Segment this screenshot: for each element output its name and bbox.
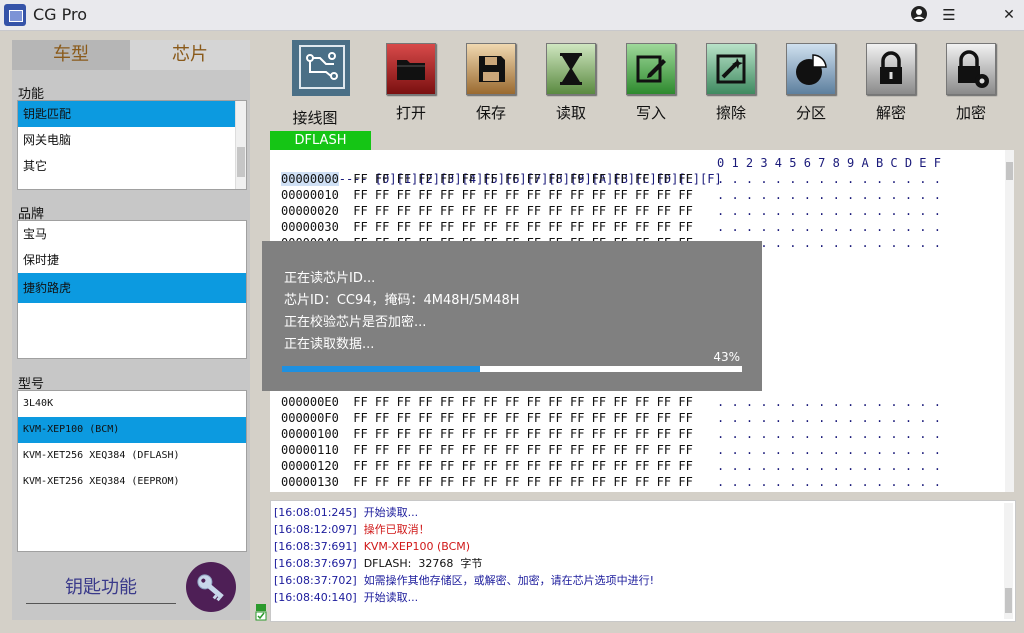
status-line-check-encryption: 正在校验芯片是否加密... <box>284 315 427 330</box>
hex-row-ascii: . . . . . . . . . . . . . . . . <box>717 188 941 202</box>
write-label: 写入 <box>635 104 666 122</box>
key-function-icon[interactable] <box>186 562 236 612</box>
decrypt-button[interactable]: 解密 <box>856 40 926 126</box>
progress-bar <box>282 366 742 372</box>
hex-row[interactable]: 00000000 FF FF FF FF FF FF FF FF FF FF F… <box>281 171 693 187</box>
hex-row-ascii: . . . . . . . . . . . . . . . . <box>717 475 941 489</box>
log-line: [16:08:37:691] KVM-XEP100 (BCM) <box>274 540 471 553</box>
write-button[interactable]: 写入 <box>616 40 686 126</box>
status-line-reading-data: 正在读取数据... <box>284 337 375 352</box>
toolbar: 接线图 打开 保存 读取 写入 擦除 分区 解密 加密 <box>270 40 1010 130</box>
edit-icon <box>626 43 676 95</box>
progress-percent: 43% <box>713 350 740 364</box>
log-line: [16:08:12:097] 操作已取消！ <box>274 523 430 536</box>
hex-header: -------- [0][1][2][3][4][5][6][7][8][9][… <box>281 155 722 186</box>
user-icon[interactable] <box>909 5 929 25</box>
function-list-item[interactable]: 网关电脑 <box>18 127 246 153</box>
lock-gear-icon <box>946 43 996 95</box>
erase-label: 擦除 <box>715 104 746 122</box>
save-button[interactable]: 保存 <box>456 40 526 126</box>
tab-dflash[interactable]: DFLASH <box>270 131 371 150</box>
tab-vehicle-type[interactable]: 车型 <box>12 40 130 70</box>
decrypt-label: 解密 <box>875 104 906 122</box>
app-logo-icon <box>4 4 26 26</box>
key-function-button[interactable]: 钥匙功能 <box>26 573 176 604</box>
circuit-board-icon <box>292 40 350 96</box>
floppy-disk-icon <box>466 43 516 95</box>
lock-icon <box>866 43 916 95</box>
model-list-item[interactable]: KVM-XET256 XEQ384 (EEPROM) <box>18 469 246 495</box>
log-scrollbar[interactable] <box>1004 503 1013 619</box>
function-list-scrollbar[interactable] <box>235 101 246 189</box>
brand-list-item[interactable]: 保时捷 <box>18 247 246 273</box>
log-line: [16:08:40:140] 开始读取... <box>274 591 419 604</box>
model-list[interactable]: 3L40K KVM-XEP100 (BCM) KVM-XET256 XEQ384 (… <box>17 390 247 552</box>
connection-status-icon <box>255 603 267 621</box>
function-list-item[interactable]: 其它 <box>18 153 246 179</box>
read-label: 读取 <box>555 104 586 122</box>
hex-row[interactable]: 00000100 FF FF FF FF FF FF FF FF FF FF F… <box>281 426 693 442</box>
open-button[interactable]: 打开 <box>376 40 446 126</box>
title-bar: CG Pro ☰ ✕ <box>0 0 1024 31</box>
log-line: [16:08:37:697] DFLASH: 32768 字节 <box>274 557 483 570</box>
brand-list-item[interactable]: 捷豹路虎 <box>18 273 246 303</box>
model-list-item[interactable]: KVM-XEP100 (BCM) <box>18 417 246 443</box>
brand-list-item[interactable]: 宝马 <box>18 221 246 247</box>
magic-wand-icon <box>706 43 756 95</box>
hex-row-ascii: . . . . . . . . . . . . . . . . <box>717 427 941 441</box>
encrypt-label: 加密 <box>955 104 986 122</box>
tab-chip[interactable]: 芯片 <box>130 40 250 70</box>
progress-fill <box>282 366 480 372</box>
ascii-header: 0 1 2 3 4 5 6 7 8 9 A B C D E F <box>717 156 941 170</box>
model-list-item[interactable]: KVM-XET256 XEQ384 (DFLASH) <box>18 443 246 469</box>
status-line-chip-id: 芯片ID：CC94，掩码：4M48H/5M48H <box>284 293 520 308</box>
wiring-diagram-label: 接线图 <box>292 109 338 127</box>
pie-chart-icon <box>786 43 836 95</box>
log-panel[interactable]: [16:08:01:245] 开始读取... [16:08:12:097] 操作已… <box>270 500 1016 622</box>
erase-button[interactable]: 擦除 <box>696 40 766 126</box>
hex-row-ascii: . . . . . . . . . . . . . . . . <box>717 395 941 409</box>
left-panel: 车型 芯片 功能 钥匙匹配 网关电脑 其它 品牌 宝马 保时捷 捷豹路虎 型号 3L40… <box>12 40 250 620</box>
hex-scrollbar[interactable] <box>1005 150 1014 492</box>
hex-row[interactable]: 00000010 FF FF FF FF FF FF FF FF FF FF F… <box>281 187 693 203</box>
hex-row-ascii: . . . . . . . . . . . . . . . . <box>717 443 941 457</box>
hex-row-ascii: . . . . . . . . . . . . . . . . <box>717 220 941 234</box>
hex-row[interactable]: 00000030 FF FF FF FF FF FF FF FF FF FF F… <box>281 219 693 235</box>
encrypt-button[interactable]: 加密 <box>936 40 1006 126</box>
model-list-item[interactable]: 3L40K <box>18 391 246 417</box>
progress-dialog: 正在读芯片ID... 芯片ID：CC94，掩码：4M48H/5M48H 正在校验… <box>262 241 762 391</box>
hex-row-ascii: . . . . . . . . . . . . . . . . <box>717 204 941 218</box>
hex-row-ascii: . . . . . . . . . . . . . . . . <box>717 411 941 425</box>
menu-icon[interactable]: ☰ <box>939 5 959 25</box>
close-icon[interactable]: ✕ <box>999 5 1019 25</box>
function-list-item[interactable]: 钥匙匹配 <box>18 101 246 127</box>
hex-row[interactable]: 000000F0 FF FF FF FF FF FF FF FF FF FF F… <box>281 410 693 426</box>
log-line: [16:08:01:245] 开始读取... <box>274 506 419 519</box>
hex-row[interactable]: 00000130 FF FF FF FF FF FF FF FF FF FF F… <box>281 474 693 490</box>
hex-row[interactable]: 000000E0 FF FF FF FF FF FF FF FF FF FF F… <box>281 394 693 410</box>
brand-list[interactable]: 宝马 保时捷 捷豹路虎 <box>17 220 247 359</box>
function-list[interactable]: 钥匙匹配 网关电脑 其它 <box>17 100 247 190</box>
status-line-read-id: 正在读芯片ID... <box>284 271 376 286</box>
hex-row-ascii: . . . . . . . . . . . . . . . . <box>717 172 941 186</box>
hex-row-ascii: . . . . . . . . . . . . . . . . <box>717 459 941 473</box>
partition-button[interactable]: 分区 <box>776 40 846 126</box>
open-label: 打开 <box>395 104 426 122</box>
folder-icon <box>386 43 436 95</box>
read-button[interactable]: 读取 <box>536 40 606 126</box>
partition-label: 分区 <box>795 104 826 122</box>
app-title: CG Pro <box>33 5 88 24</box>
hex-row[interactable]: 00000110 FF FF FF FF FF FF FF FF FF FF F… <box>281 442 693 458</box>
hex-row[interactable]: 00000120 FF FF FF FF FF FF FF FF FF FF F… <box>281 458 693 474</box>
hourglass-icon <box>546 43 596 95</box>
log-line: [16:08:37:702] 如需操作其他存储区，或解密、加密，请在芯片选项中进… <box>274 574 655 587</box>
wiring-diagram-button[interactable]: 接线图 <box>280 40 350 127</box>
save-label: 保存 <box>475 104 506 122</box>
hex-row[interactable]: 00000020 FF FF FF FF FF FF FF FF FF FF F… <box>281 203 693 219</box>
